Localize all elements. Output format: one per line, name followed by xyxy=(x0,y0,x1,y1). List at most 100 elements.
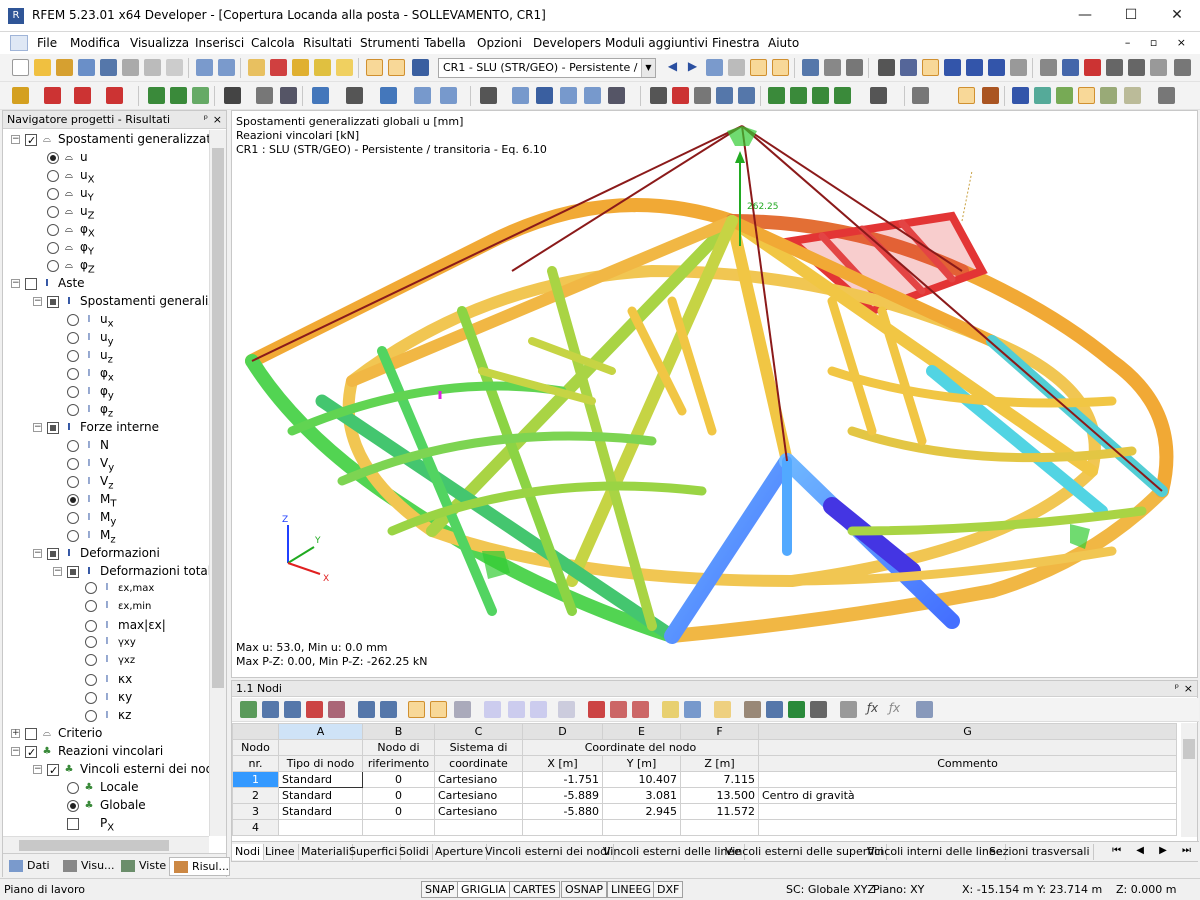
result-values-icon[interactable] xyxy=(560,87,577,104)
radio-icon[interactable] xyxy=(85,600,97,612)
tree-item-internal-forces[interactable]: Ӏ Forze interne xyxy=(47,418,159,436)
support-icon[interactable] xyxy=(148,87,165,104)
member-load-icon[interactable] xyxy=(256,87,273,104)
zoom-all-icon[interactable] xyxy=(650,87,667,104)
collapse-icon[interactable]: − xyxy=(33,549,42,558)
radio-icon[interactable] xyxy=(67,511,79,524)
radio-icon[interactable] xyxy=(67,367,79,380)
table-tool-icon[interactable] xyxy=(306,701,323,718)
table-tool-icon[interactable] xyxy=(284,701,301,718)
tree-item-ux[interactable]: ⌓ uX xyxy=(47,166,94,185)
checkbox-icon[interactable] xyxy=(47,762,59,780)
radio-icon[interactable] xyxy=(67,385,79,398)
opening-icon[interactable] xyxy=(1056,87,1073,104)
tree-item-vy[interactable]: Ӏ Vy xyxy=(67,454,114,473)
cell-x[interactable]: -1.751 xyxy=(522,771,603,788)
view-x-icon[interactable] xyxy=(768,87,785,104)
print-preview-icon[interactable] xyxy=(166,59,183,76)
cell-z[interactable]: 11.572 xyxy=(680,803,759,820)
table-tool-icon[interactable] xyxy=(240,701,257,718)
cell-x[interactable]: -5.880 xyxy=(522,803,603,820)
scrollbar-thumb[interactable] xyxy=(1183,739,1195,759)
surface-support-icon[interactable] xyxy=(192,87,209,104)
radio-icon[interactable] xyxy=(47,259,59,272)
excel-icon[interactable] xyxy=(788,701,805,718)
tree-item-total-strains[interactable]: Ӏ Deformazioni totali xyxy=(67,562,209,580)
table-tool-icon[interactable] xyxy=(744,701,761,718)
radio-icon[interactable] xyxy=(85,582,97,594)
open-project-icon[interactable] xyxy=(56,59,73,76)
display-icon[interactable] xyxy=(414,87,431,104)
radio-icon[interactable] xyxy=(85,709,97,722)
checkbox-icon[interactable] xyxy=(25,744,37,762)
radio-icon[interactable] xyxy=(67,493,79,506)
animation-icon[interactable] xyxy=(802,59,819,76)
radio-icon[interactable] xyxy=(67,439,79,452)
snap-toggle[interactable]: SNAP xyxy=(421,881,459,898)
navigator-vertical-scrollbar[interactable] xyxy=(209,130,226,836)
collapse-icon[interactable]: − xyxy=(11,747,20,756)
tab-viste[interactable]: Viste xyxy=(117,857,166,876)
selection-mode-icon[interactable] xyxy=(1078,87,1095,104)
tree-item-kappa-y[interactable]: Ӏκy xyxy=(85,688,132,706)
dxf-toggle[interactable]: DXF xyxy=(653,881,684,898)
radio-icon[interactable] xyxy=(67,403,79,416)
measure-icon[interactable] xyxy=(1040,59,1057,76)
column-letter[interactable]: C xyxy=(434,723,523,740)
surface-load-icon[interactable] xyxy=(280,87,297,104)
tree-item-global[interactable]: ♣ Globale xyxy=(67,796,146,814)
color-scale-icon[interactable] xyxy=(958,87,975,104)
tree-item-phix[interactable]: ⌓ φX xyxy=(47,220,95,239)
checkbox-icon[interactable] xyxy=(25,277,37,290)
cell-coordinate-system[interactable]: Cartesiano xyxy=(434,803,523,820)
table-tool-icon[interactable] xyxy=(380,701,397,718)
arc-icon[interactable] xyxy=(106,87,123,104)
collapse-icon[interactable]: − xyxy=(33,765,42,774)
table-tool-icon[interactable] xyxy=(766,701,783,718)
cell-coordinate-system[interactable] xyxy=(434,819,523,836)
pin-icon[interactable]: ᵖ xyxy=(1175,681,1179,696)
close-table-icon[interactable]: × xyxy=(1184,681,1193,696)
more-icon[interactable] xyxy=(1150,59,1167,76)
collapse-icon[interactable]: − xyxy=(11,135,20,144)
tree-item-kappa-z[interactable]: Ӏκz xyxy=(85,706,131,724)
cell-x[interactable] xyxy=(522,819,603,836)
sheet-tab-sezioni[interactable]: Sezioni trasversali xyxy=(986,844,1094,860)
menu-opzioni[interactable]: Opzioni xyxy=(477,36,522,50)
filter-icon[interactable] xyxy=(824,59,841,76)
values-icon[interactable] xyxy=(728,59,745,76)
results-diagram-icon[interactable] xyxy=(512,87,529,104)
coordinate-icon[interactable] xyxy=(1158,87,1175,104)
scrollbar-thumb[interactable] xyxy=(19,840,169,851)
menu-developers[interactable]: Developers xyxy=(533,36,601,50)
radio-icon[interactable] xyxy=(67,349,79,362)
mdi-controls[interactable]: – ▫ × xyxy=(1125,36,1194,49)
row-number[interactable]: 3 xyxy=(232,803,279,820)
sheet-tab-materiali[interactable]: Materiali xyxy=(298,844,353,860)
cell-z[interactable]: 7.115 xyxy=(680,771,759,788)
save-all-icon[interactable] xyxy=(100,59,117,76)
save-icon[interactable] xyxy=(78,59,95,76)
table-tool-icon[interactable] xyxy=(714,701,731,718)
table-tool-icon[interactable] xyxy=(840,701,857,718)
menu-risultati[interactable]: Risultati xyxy=(303,36,352,50)
sheet-tab-vincoli-superfici[interactable]: Vincoli esterni delle superfici xyxy=(722,844,888,860)
radio-icon[interactable] xyxy=(85,673,97,686)
select-icon[interactable] xyxy=(922,59,939,76)
load-case-icon[interactable] xyxy=(412,59,429,76)
move-icon[interactable] xyxy=(944,59,961,76)
report-icon[interactable] xyxy=(336,59,353,76)
cell-z[interactable]: 13.500 xyxy=(680,787,759,804)
navigator-toggle-icon[interactable] xyxy=(388,59,405,76)
maximize-button[interactable]: ☐ xyxy=(1108,0,1154,32)
osnap-toggle[interactable]: OSNAP xyxy=(561,881,608,898)
table-tool-icon[interactable] xyxy=(430,701,447,718)
chevron-down-icon[interactable]: ▼ xyxy=(641,59,655,77)
row-number[interactable]: 1 xyxy=(232,771,279,788)
sheet-tab-nodi[interactable]: Nodi xyxy=(232,844,264,860)
radio-icon[interactable] xyxy=(67,781,79,794)
cell-comment[interactable]: Centro di gravità xyxy=(758,787,1177,804)
table-tool-icon[interactable] xyxy=(484,701,501,718)
tree-item-mz[interactable]: Ӏ Mz xyxy=(67,526,116,545)
radio-icon[interactable] xyxy=(67,799,79,812)
